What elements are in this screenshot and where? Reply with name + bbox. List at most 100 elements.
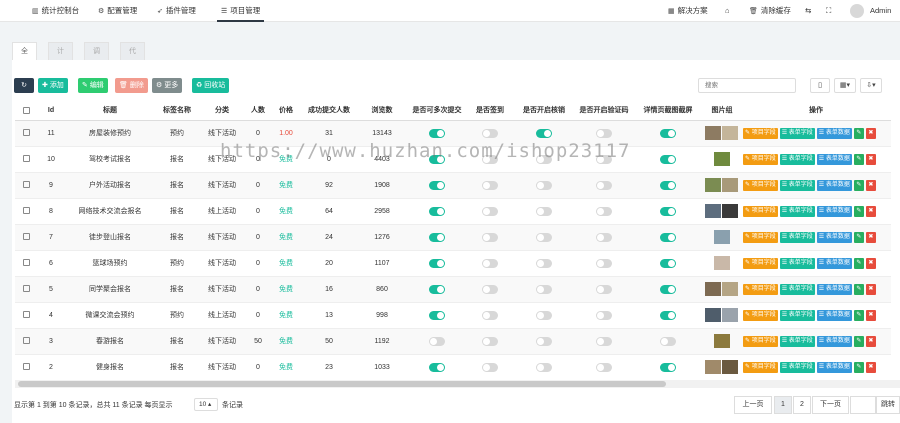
col-tag[interactable]: 标签名称 — [155, 101, 199, 121]
table-row[interactable]: 5 同学聚会报名 报名 线下活动 0 免费 16 860 ✎ 项目字段 ☰ 表单字段 ☰ 表单数据 ✎… — [15, 276, 891, 303]
add-button[interactable]: ✚ 添加 — [38, 78, 68, 93]
detail-toggle[interactable] — [660, 284, 676, 294]
col-sign[interactable]: 是否签到 — [467, 101, 513, 121]
table-row[interactable]: 9 户外活动报名 报名 线下活动 0 免费 92 1908 ✎ 项目字段 ☰ 表单字段 ☰ 表单数据… — [15, 172, 891, 199]
sign-in-toggle[interactable] — [482, 206, 498, 216]
table-row[interactable]: 4 微课交流会预约 预约 线上活动 0 免费 13 998 ✎ 项目字段 ☰ 表单字段 ☰ 表单数据… — [15, 302, 891, 329]
detail-toggle[interactable] — [660, 336, 676, 346]
next-page-button[interactable]: 下一页 — [812, 396, 849, 414]
row-delete-button[interactable]: ✖ — [865, 361, 876, 373]
row-checkbox[interactable] — [22, 233, 30, 241]
col-people[interactable]: 人数 — [245, 101, 271, 121]
page-jump-input[interactable] — [850, 396, 876, 414]
form-data-button[interactable]: ☰ 表单数据 — [816, 361, 852, 373]
form-data-button[interactable]: ☰ 表单数据 — [816, 179, 852, 191]
form-field-button[interactable]: ☰ 表单字段 — [779, 283, 815, 295]
nav-config[interactable]: ⚙ 配置管理 — [98, 0, 137, 22]
home-icon[interactable]: ⌂ — [725, 0, 730, 22]
thumbnail-image[interactable] — [722, 126, 738, 140]
captcha-toggle[interactable] — [596, 154, 612, 164]
multi-submit-toggle[interactable] — [429, 128, 445, 138]
row-edit-button[interactable]: ✎ — [853, 257, 864, 269]
form-data-button[interactable]: ☰ 表单数据 — [816, 231, 852, 243]
col-id[interactable]: Id — [37, 101, 65, 121]
detail-toggle[interactable] — [660, 362, 676, 372]
more-button[interactable]: ⚙ 更多 — [152, 78, 183, 93]
col-price[interactable]: 价格 — [271, 101, 301, 121]
row-delete-button[interactable]: ✖ — [865, 153, 876, 165]
tab-pending[interactable]: 代填写 — [120, 42, 145, 91]
project-field-button[interactable]: ✎ 项目字段 — [743, 179, 778, 191]
thumbnail-image[interactable] — [705, 360, 721, 374]
col-multi[interactable]: 是否可多次提交 — [407, 101, 467, 121]
project-field-button[interactable]: ✎ 项目字段 — [743, 127, 778, 139]
thumbnail-image[interactable] — [705, 282, 721, 296]
sign-in-toggle[interactable] — [482, 284, 498, 294]
form-data-button[interactable]: ☰ 表单数据 — [816, 335, 852, 347]
multi-submit-toggle[interactable] — [429, 284, 445, 294]
select-all-header[interactable] — [15, 101, 37, 121]
sign-in-toggle[interactable] — [482, 232, 498, 242]
captcha-toggle[interactable] — [596, 336, 612, 346]
row-delete-button[interactable]: ✖ — [865, 231, 876, 243]
table-row[interactable]: 8 网络技术交流会报名 报名 线上活动 0 免费 64 2958 ✎ 项目字段 ☰ 表单字段 ☰ 表… — [15, 198, 891, 225]
page-1-button[interactable]: 1 — [774, 396, 792, 414]
thumbnail-image[interactable] — [722, 178, 738, 192]
form-field-button[interactable]: ☰ 表单字段 — [779, 309, 815, 321]
verify-toggle[interactable] — [536, 180, 552, 190]
verify-toggle[interactable] — [536, 336, 552, 346]
thumbnail-image[interactable] — [705, 178, 721, 192]
row-checkbox[interactable] — [22, 311, 30, 319]
thumbnail-image[interactable] — [722, 282, 738, 296]
table-row[interactable]: 7 徒步登山报名 报名 线下活动 0 免费 24 1276 ✎ 项目字段 ☰ 表单字段 ☰ 表单数据… — [15, 224, 891, 251]
detail-toggle[interactable] — [660, 128, 676, 138]
thumbnail-image[interactable] — [705, 126, 721, 140]
row-edit-button[interactable]: ✎ — [853, 127, 864, 139]
avatar[interactable] — [850, 4, 864, 18]
columns-button[interactable]: ▦▾ — [834, 78, 856, 93]
row-edit-button[interactable]: ✎ — [853, 309, 864, 321]
captcha-toggle[interactable] — [596, 362, 612, 372]
row-edit-button[interactable]: ✎ — [853, 335, 864, 347]
select-all-checkbox[interactable] — [22, 106, 30, 114]
form-field-button[interactable]: ☰ 表单字段 — [779, 127, 815, 139]
row-delete-button[interactable]: ✖ — [865, 179, 876, 191]
page-jump-button[interactable]: 跳转 — [876, 396, 900, 414]
row-edit-button[interactable]: ✎ — [853, 179, 864, 191]
sign-in-toggle[interactable] — [482, 336, 498, 346]
form-field-button[interactable]: ☰ 表单字段 — [779, 205, 815, 217]
verify-toggle[interactable] — [536, 284, 552, 294]
form-data-button[interactable]: ☰ 表单数据 — [816, 309, 852, 321]
verify-toggle[interactable] — [536, 310, 552, 320]
row-checkbox[interactable] — [22, 285, 30, 293]
table-row[interactable]: 10 驾校考试报名 报名 线下活动 0 免费 0 4403 ✎ 项目字段 ☰ 表单字段 ☰ 表单数据… — [15, 146, 891, 173]
form-field-button[interactable]: ☰ 表单字段 — [779, 335, 815, 347]
recycle-button[interactable]: ♻ 回收站 — [192, 78, 230, 93]
col-success[interactable]: 成功提交人数 — [301, 101, 357, 121]
row-edit-button[interactable]: ✎ — [853, 283, 864, 295]
horizontal-scrollbar[interactable] — [18, 381, 666, 387]
detail-toggle[interactable] — [660, 206, 676, 216]
sign-in-toggle[interactable] — [482, 154, 498, 164]
export-button[interactable]: ⇩▾ — [860, 78, 882, 93]
tab-calc[interactable]: 计算 — [48, 42, 73, 73]
sign-in-toggle[interactable] — [482, 258, 498, 268]
multi-submit-toggle[interactable] — [429, 206, 445, 216]
row-delete-button[interactable]: ✖ — [865, 335, 876, 347]
project-field-button[interactable]: ✎ 项目字段 — [743, 257, 778, 269]
form-field-button[interactable]: ☰ 表单字段 — [779, 153, 815, 165]
sign-in-toggle[interactable] — [482, 310, 498, 320]
captcha-toggle[interactable] — [596, 258, 612, 268]
project-field-button[interactable]: ✎ 项目字段 — [743, 361, 778, 373]
nav-solutions[interactable]: ▦ 解决方案 — [668, 0, 708, 22]
thumbnail-image[interactable] — [705, 308, 721, 322]
col-detail[interactable]: 详情页截图截屏 — [633, 101, 703, 121]
row-edit-button[interactable]: ✎ — [853, 205, 864, 217]
sign-in-toggle[interactable] — [482, 180, 498, 190]
tab-all[interactable]: 全部 — [12, 42, 37, 73]
multi-submit-toggle[interactable] — [429, 180, 445, 190]
verify-toggle[interactable] — [536, 206, 552, 216]
form-data-button[interactable]: ☰ 表单数据 — [816, 257, 852, 269]
nav-projects[interactable]: ☰ 项目管理 — [217, 0, 265, 22]
row-checkbox[interactable] — [22, 259, 30, 267]
